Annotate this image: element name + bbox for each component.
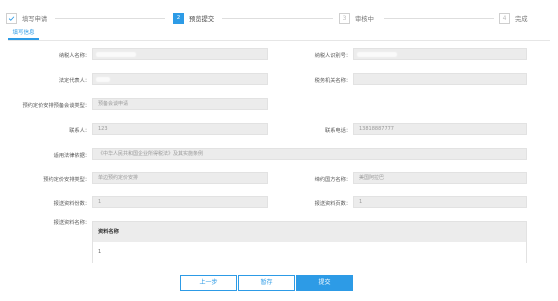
- check-icon: [6, 12, 17, 24]
- taxpayer-name-label: 纳税人名称：: [58, 53, 90, 59]
- table-row: 1: [93, 242, 526, 263]
- pricing-type-label: 预约定价安排类型：: [43, 177, 90, 183]
- legal-rep-field[interactable]: [92, 73, 268, 85]
- contact-field[interactable]: 123: [92, 123, 268, 135]
- materials-label: 报送资料名称：: [53, 220, 90, 226]
- paper-copies-field[interactable]: 1: [92, 196, 268, 208]
- contact-phone-label: 联系电话：: [325, 128, 351, 134]
- taxpayer-id-field[interactable]: [353, 48, 527, 60]
- taxpayer-name-field[interactable]: [92, 48, 268, 60]
- step-connector: [384, 18, 494, 19]
- legal-rep-label: 法定代表人：: [58, 78, 90, 84]
- paper-copies-label: 报送资料份数：: [53, 201, 90, 207]
- step-label: 审核中: [355, 15, 374, 23]
- previous-step-button[interactable]: 上一步: [180, 275, 237, 291]
- step-number: 2: [173, 12, 184, 24]
- pricing-prelim-type-field[interactable]: 预备会谈申请: [92, 98, 268, 110]
- counterparty-label: 缔约国方名称：: [314, 177, 351, 183]
- pricing-type-field[interactable]: 单边预约定价安排: [92, 172, 268, 184]
- step-complete: 4 完成: [499, 12, 528, 24]
- counterparty-field[interactable]: 美国阿拉巴: [353, 172, 527, 184]
- tax-authority-label: 税务机关名称：: [314, 78, 351, 84]
- taxpayer-id-label: 纳税人识别号：: [314, 53, 351, 59]
- step-number: 3: [339, 12, 350, 24]
- contact-label: 联系人：: [69, 128, 90, 134]
- step-connector: [55, 18, 165, 19]
- step-connector: [222, 18, 333, 19]
- step-under-review: 3 审核中: [339, 12, 374, 24]
- legal-basis-label: 适用法律依据：: [53, 153, 90, 159]
- materials-table: 资料名称 1: [92, 221, 527, 263]
- step-label: 填写申请: [22, 15, 48, 23]
- step-number: 4: [499, 12, 510, 24]
- materials-table-header: 资料名称: [93, 222, 526, 242]
- submit-button[interactable]: 提交: [296, 275, 353, 291]
- progress-stepper: 填写申请 2 预览提交 3 审核中 4 完成: [0, 0, 558, 30]
- paper-pages-label: 报送资料页数：: [314, 201, 351, 207]
- pricing-prelim-type-label: 预约定价安排预备会谈类型：: [22, 103, 90, 109]
- paper-pages-field[interactable]: 1: [353, 196, 527, 208]
- step-fill-application: 填写申请: [6, 12, 47, 24]
- legal-basis-field[interactable]: 《中华人民共和国企业所得税法》及其实施条例: [92, 148, 527, 160]
- tax-authority-field[interactable]: [353, 73, 527, 85]
- step-preview-submit: 2 预览提交: [173, 12, 214, 24]
- step-label: 预览提交: [189, 15, 215, 23]
- step-label: 完成: [515, 15, 528, 23]
- save-draft-button[interactable]: 暂存: [238, 275, 295, 291]
- divider: [8, 40, 550, 41]
- contact-phone-field[interactable]: 13818887777: [353, 123, 527, 135]
